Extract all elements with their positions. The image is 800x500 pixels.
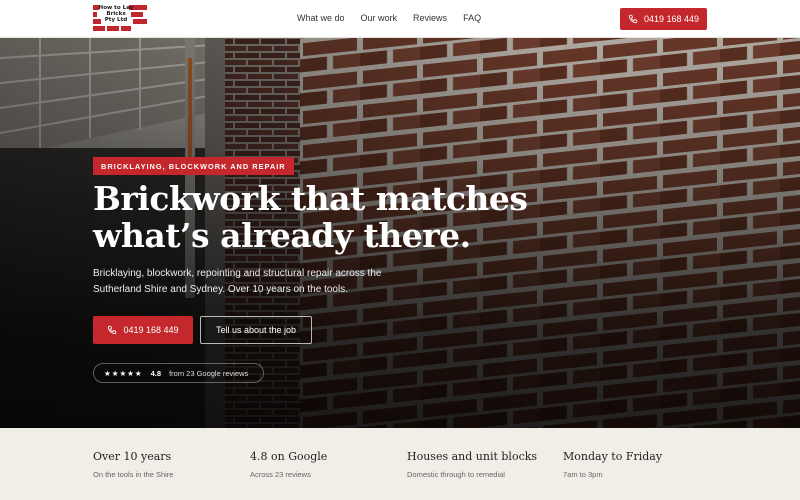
review-rating: 4.8 xyxy=(150,368,162,378)
hero-section: BRICKLAYING, BLOCKWORK AND REPAIR Brickw… xyxy=(0,38,800,428)
stat-subtitle: 7am to 3pm xyxy=(563,470,603,479)
hero-headline-line1: Brickwork that matches xyxy=(93,179,528,218)
phone-icon xyxy=(628,14,638,24)
google-reviews-pill[interactable]: ★★★★★ 4.8 from 23 Google reviews xyxy=(93,363,264,383)
header-call-label: 0419 168 449 xyxy=(643,14,700,24)
stat-subtitle: Across 23 reviews xyxy=(250,470,311,479)
hero-call-button[interactable]: 0419 168 449 xyxy=(93,316,193,344)
review-count-text: from 23 Google reviews xyxy=(169,368,249,378)
nav-reviews[interactable]: Reviews xyxy=(413,13,447,23)
logo-line: Pty Ltd xyxy=(104,17,128,23)
stat-title: Houses and unit blocks xyxy=(407,450,538,463)
hero-subtitle: Bricklaying, blockwork, repointing and s… xyxy=(93,268,382,295)
stat-item: Houses and unit blocks Domestic through … xyxy=(407,450,537,479)
main-nav: What we do Our work Reviews FAQ xyxy=(297,13,497,23)
nav-faq[interactable]: FAQ xyxy=(463,13,481,23)
stat-subtitle: On the tools in the Shire xyxy=(93,470,174,479)
stats-bar: Over 10 years On the tools in the Shire … xyxy=(0,428,800,500)
stat-title: 4.8 on Google xyxy=(250,450,328,463)
logo[interactable]: How to Lay Bricks Pty Ltd xyxy=(93,5,147,32)
stat-item: 4.8 on Google Across 23 reviews xyxy=(250,450,327,479)
hero-badge: BRICKLAYING, BLOCKWORK AND REPAIR xyxy=(93,157,294,175)
star-rating-icon: ★★★★★ xyxy=(104,368,143,378)
stat-title: Over 10 years xyxy=(93,450,172,463)
header-call-button[interactable]: 0419 168 449 xyxy=(620,8,707,30)
stat-subtitle: Domestic through to remedial xyxy=(407,470,505,479)
logo-text: How to Lay Bricks Pty Ltd xyxy=(98,5,134,23)
stat-title: Monday to Friday xyxy=(563,450,663,463)
site-header: How to Lay Bricks Pty Ltd What we do Our… xyxy=(0,0,800,38)
hero-headline: Brickwork that matches what’s already th… xyxy=(93,180,553,254)
stat-item: Monday to Friday 7am to 3pm xyxy=(563,450,662,479)
hero-call-label: 0419 168 449 xyxy=(123,325,179,335)
stat-item: Over 10 years On the tools in the Shire xyxy=(93,450,173,479)
tell-us-button[interactable]: Tell us about the job xyxy=(200,316,312,344)
nav-our-work[interactable]: Our work xyxy=(361,13,398,23)
phone-icon xyxy=(108,325,117,335)
hero-headline-line2: what’s already there. xyxy=(93,216,471,255)
nav-what-we-do[interactable]: What we do xyxy=(297,13,345,23)
